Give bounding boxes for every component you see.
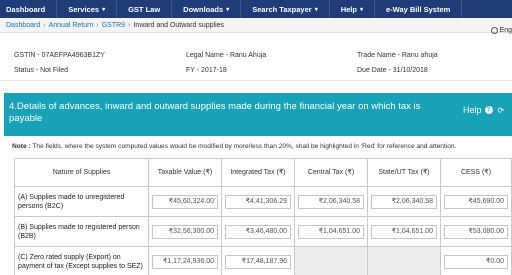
breadcrumb-current: Inward and Outward supplies [133, 21, 225, 29]
language-selector[interactable]: Eng [490, 27, 512, 34]
nav-dashboard[interactable]: Dashboard [0, 0, 58, 18]
breadcrumb-separator: › [128, 21, 131, 29]
help-button[interactable]: Help ? ⟳ [463, 105, 504, 115]
column-header: Nature of Supplies [14, 158, 149, 187]
breadcrumb-separator: › [96, 21, 99, 29]
nav-downloads[interactable]: Downloads ▾ [172, 0, 242, 18]
caret-down-icon: ▾ [102, 6, 106, 13]
caret-down-icon: ▾ [226, 6, 230, 13]
top-navigation: Dashboard Services ▾ GST Law Downloads ▾ S… [0, 0, 512, 18]
column-header: Central Tax (₹) [294, 158, 368, 187]
breadcrumb: Dashboard › Annual Return › GSTR9 › Inwa… [0, 18, 512, 33]
row-label: (C) Zero rated supply (Export) on paymen… [14, 246, 149, 275]
central-tax-input[interactable]: ₹1,04,651.00 [298, 224, 364, 239]
cess-input[interactable]: ₹45,690.00 [444, 194, 508, 209]
help-label: Help [463, 105, 482, 115]
cess-input[interactable]: ₹53,080.00 [444, 224, 508, 239]
note: Note : The fields, where the system comp… [12, 143, 512, 150]
central-tax-input[interactable]: ₹2,06,340.58 [298, 194, 364, 209]
note-prefix: Note : [12, 143, 31, 150]
caret-down-icon: ▾ [314, 6, 318, 13]
gstin: GSTIN - 07AEFPA4963B1ZY [14, 52, 105, 59]
nav-label: GST Law [128, 4, 161, 14]
taxable-value-input[interactable]: ₹45,60,324.00 [152, 194, 218, 209]
nav-search-taxpayer[interactable]: Search Taxpayer ▾ [241, 0, 330, 18]
trade-name: Trade Name - Ranu ahuja [357, 52, 438, 59]
row-label: (B) Supplies made to registered person (… [14, 216, 149, 247]
nav-help[interactable]: Help ▾ [330, 0, 375, 18]
breadcrumb-separator: › [43, 21, 46, 29]
nav-eway-bill[interactable]: e-Way Bill System [375, 0, 463, 18]
column-header: State/UT Tax (₹) [367, 158, 441, 187]
table-row: (B) Supplies made to registered person (… [14, 216, 512, 247]
integrated-tax-input[interactable]: ₹4,41,306.29 [225, 194, 291, 209]
column-header: CESS (₹) [440, 158, 512, 187]
table-header-row: Nature of Supplies Taxable Value (₹) Int… [14, 158, 512, 187]
financial-year: FY - 2017-18 [186, 67, 227, 74]
question-icon: ? [484, 106, 493, 114]
taxable-value-input[interactable]: ₹1,17,24,936.00 [152, 254, 218, 269]
section-header: 4.Details of advances, inward and outwar… [4, 93, 512, 136]
section-title: 4.Details of advances, inward and outwar… [9, 101, 421, 124]
supplies-table: Nature of Supplies Taxable Value (₹) Int… [14, 158, 512, 275]
row-label: (A) Supplies made to unregistered person… [14, 186, 149, 217]
state-tax-input[interactable]: ₹2,06,340.58 [371, 194, 437, 209]
taxable-value-input[interactable]: ₹32,56,300.00 [152, 224, 218, 239]
cess-input[interactable]: ₹0.00 [444, 254, 508, 269]
nav-label: Dashboard [6, 4, 46, 14]
nav-services[interactable]: Services ▾ [57, 0, 118, 18]
globe-icon [490, 27, 498, 34]
refresh-icon[interactable]: ⟳ [498, 106, 505, 115]
integrated-tax-input[interactable]: ₹3,46,480.00 [225, 224, 291, 239]
breadcrumb-gstr9[interactable]: GSTR9 [102, 22, 125, 29]
nav-gst-law[interactable]: GST Law [117, 0, 173, 18]
column-header: Integrated Tax (₹) [221, 158, 295, 187]
note-text: The fields, where the system computed va… [32, 143, 457, 150]
caret-down-icon: ▾ [359, 6, 363, 13]
nav-label: Help [340, 4, 357, 14]
disabled-cell [294, 246, 368, 275]
nav-label: Services [68, 4, 100, 14]
state-tax-input[interactable]: ₹1,04,651.00 [371, 224, 437, 239]
breadcrumb-annual-return[interactable]: Annual Return [49, 22, 94, 29]
breadcrumb-dashboard[interactable]: Dashboard [6, 22, 40, 29]
disabled-cell [367, 246, 441, 275]
due-date: Due Date - 31/10/2018 [357, 67, 428, 74]
language-label: Eng [499, 27, 512, 34]
table-row: (C) Zero rated supply (Export) on paymen… [14, 246, 512, 275]
taxpayer-info: GSTIN - 07AEFPA4963B1ZY Legal Name - Ran… [0, 40, 512, 84]
table-row: (A) Supplies made to unregistered person… [14, 186, 512, 217]
filing-status: Status - Not Filed [14, 67, 69, 74]
nav-label: Search Taxpayer [252, 4, 312, 14]
integrated-tax-input[interactable]: ₹17,48,187.96 [225, 254, 291, 269]
column-header: Taxable Value (₹) [148, 158, 222, 187]
legal-name: Legal Name - Ranu Ahuja [186, 52, 267, 59]
divider [0, 80, 512, 81]
nav-label: Downloads [183, 4, 224, 14]
nav-label: e-Way Bill System [385, 4, 451, 14]
